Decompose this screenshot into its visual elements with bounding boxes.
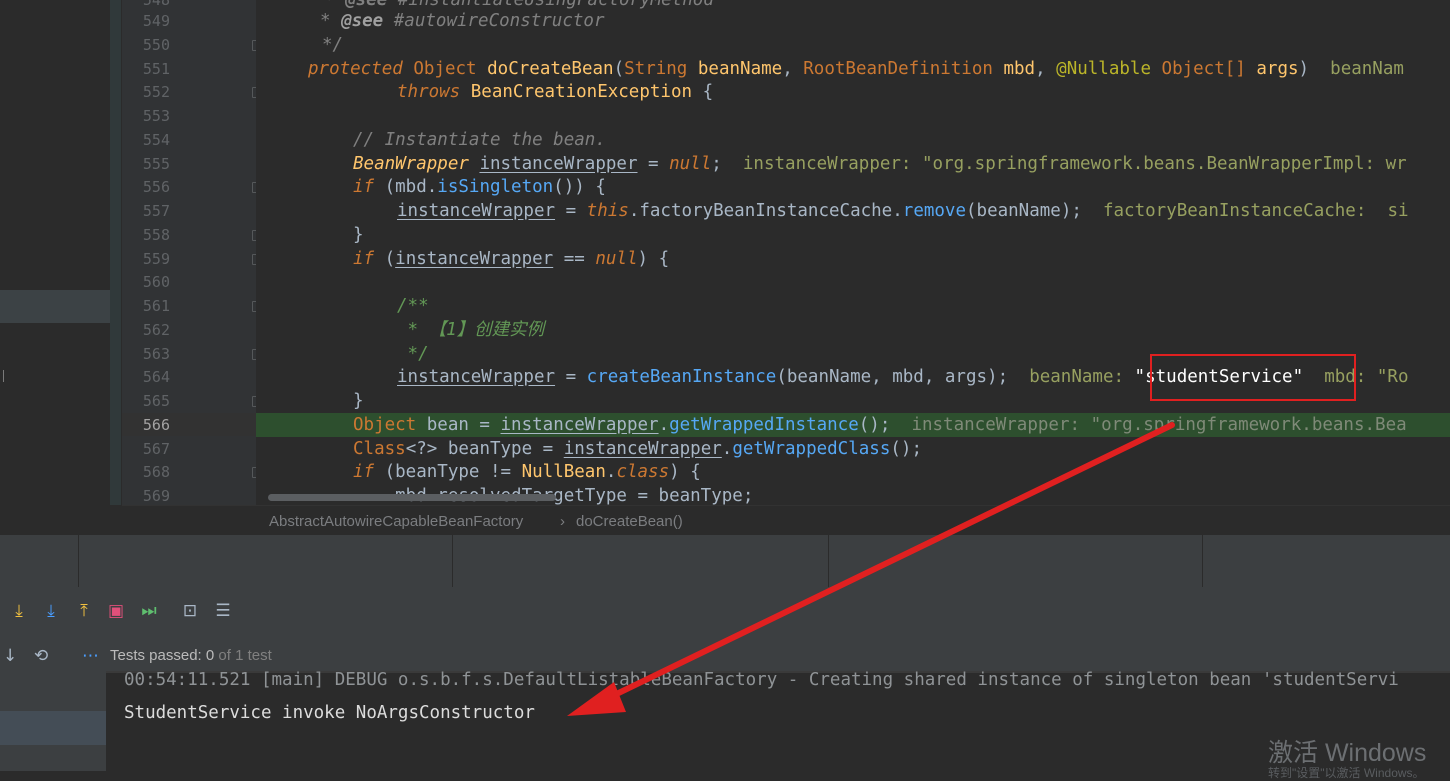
line-number: 556	[142, 178, 170, 196]
code-line-550: */	[322, 35, 344, 55]
line-number: 554	[142, 131, 170, 149]
code-editor[interactable]: * @see #instantiateUsingFactoryMethod * …	[256, 0, 1450, 505]
line-number: 558	[142, 226, 170, 244]
more-icon[interactable]: ⋯	[82, 646, 99, 666]
breadcrumb: AbstractAutowireCapableBeanFactory › doC…	[122, 505, 1450, 536]
line-number: 549	[142, 12, 170, 30]
step-into-icon[interactable]: ⤓	[8, 599, 30, 623]
panel-divider	[3, 370, 4, 382]
code-line-559: if (instanceWrapper == null) {	[353, 249, 670, 269]
project-panel-selection	[0, 290, 120, 323]
editor-gutter[interactable]: 548 549 550 551 552 553 554 555 556 557 …	[122, 0, 263, 505]
breadcrumb-separator: ›	[560, 513, 565, 530]
code-line-556: if (mbd.isSingleton()) {	[353, 177, 606, 197]
line-number: 561	[142, 297, 170, 315]
line-number: 560	[142, 273, 170, 291]
code-line-549: * @see #autowireConstructor	[320, 11, 605, 31]
line-number: 550	[142, 36, 170, 54]
line-number: 551	[142, 60, 170, 78]
project-panel-scrollbar[interactable]	[110, 0, 121, 505]
tab-divider	[1202, 535, 1203, 587]
trace-icon[interactable]: ☰	[212, 599, 234, 623]
evaluate-icon[interactable]: ⊡	[179, 599, 201, 623]
windows-activation-subtext: 转到"设置"以激活 Windows。	[1268, 766, 1425, 780]
line-number: 559	[142, 250, 170, 268]
breadcrumb-method[interactable]: doCreateBean()	[576, 513, 683, 530]
line-number: 565	[142, 392, 170, 410]
force-step-into-icon[interactable]: ⤓	[40, 599, 62, 623]
tab-divider	[452, 535, 453, 587]
code-line-561: /**	[397, 296, 429, 316]
breadcrumb-class[interactable]: AbstractAutowireCapableBeanFactory	[269, 513, 523, 530]
line-number: 552	[142, 83, 170, 101]
sort-down-icon[interactable]: ↓	[3, 646, 17, 666]
line-number: 555	[142, 155, 170, 173]
drop-frame-icon[interactable]: ▣	[105, 599, 127, 623]
debug-tab-strip	[0, 535, 1450, 587]
editor-horizontal-scrollbar[interactable]	[268, 494, 556, 501]
project-panel-strip	[0, 0, 122, 505]
code-line-555: BeanWrapper instanceWrapper = null; inst…	[353, 154, 1407, 174]
line-number: 562	[142, 321, 170, 339]
code-line-566: Object bean = instanceWrapper.getWrapped…	[353, 415, 1407, 435]
line-number: 564	[142, 368, 170, 386]
code-line-562: * 【1】创建实例	[397, 320, 545, 340]
code-line-551: protected Object doCreateBean(String bea…	[308, 59, 1404, 79]
line-number-current: 566	[142, 416, 170, 434]
line-number: 553	[142, 107, 170, 125]
test-tree-selected-row[interactable]	[0, 711, 106, 745]
code-line-563: */	[397, 344, 429, 364]
step-out-icon[interactable]: ⤒	[73, 599, 95, 623]
tests-status: Tests passed: 0 of 1 test	[110, 647, 272, 664]
code-line-565: }	[353, 391, 364, 411]
line-number: 567	[142, 440, 170, 458]
line-number: 557	[142, 202, 170, 220]
history-icon[interactable]: ⟲	[34, 646, 48, 666]
annotation-highlight-box	[1150, 354, 1356, 401]
console-output[interactable]: 00:54:11.521 [main] DEBUG o.s.b.f.s.Defa…	[106, 670, 1450, 771]
code-line-554: // Instantiate the bean.	[353, 130, 606, 150]
run-to-cursor-icon[interactable]: ⏭	[138, 599, 160, 623]
code-line-567: Class<?> beanType = instanceWrapper.getW…	[353, 439, 922, 459]
code-line-552: throws BeanCreationException {	[397, 82, 714, 102]
code-line-558: }	[353, 225, 364, 245]
console-stdout-line: StudentService invoke NoArgsConstructor	[124, 703, 535, 723]
console-log-line: 00:54:11.521 [main] DEBUG o.s.b.f.s.Defa…	[124, 670, 1399, 690]
test-tree[interactable]	[0, 673, 106, 771]
line-number: 563	[142, 345, 170, 363]
tab-divider	[78, 535, 79, 587]
tab-divider	[828, 535, 829, 587]
code-line-557: instanceWrapper = this.factoryBeanInstan…	[397, 201, 1409, 221]
code-line-568: if (beanType != NullBean.class) {	[353, 462, 701, 482]
line-number: 568	[142, 463, 170, 481]
